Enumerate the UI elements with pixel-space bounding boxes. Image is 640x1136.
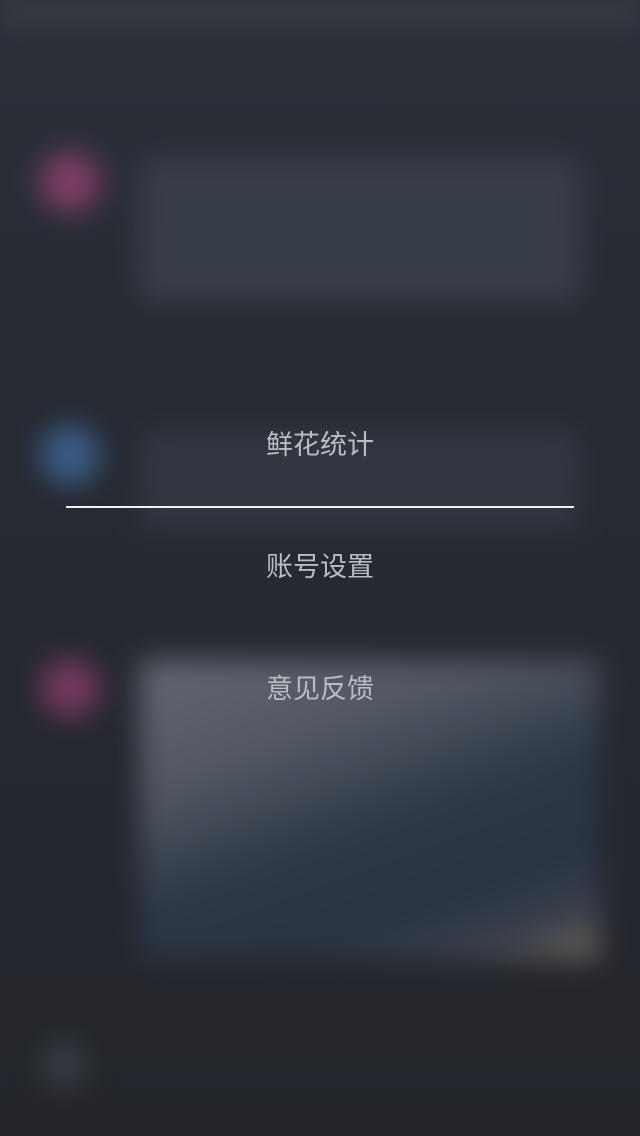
menu-item-flower-stats[interactable]: 鲜花统计 bbox=[0, 426, 640, 466]
app-screen: 鲜花统计 账号设置 意见反馈 bbox=[0, 0, 640, 1136]
overlay-menu: 鲜花统计 账号设置 意见反馈 bbox=[0, 0, 640, 1136]
menu-divider bbox=[66, 506, 574, 508]
menu-item-feedback[interactable]: 意见反馈 bbox=[0, 670, 640, 710]
menu-item-account-settings[interactable]: 账号设置 bbox=[0, 548, 640, 588]
